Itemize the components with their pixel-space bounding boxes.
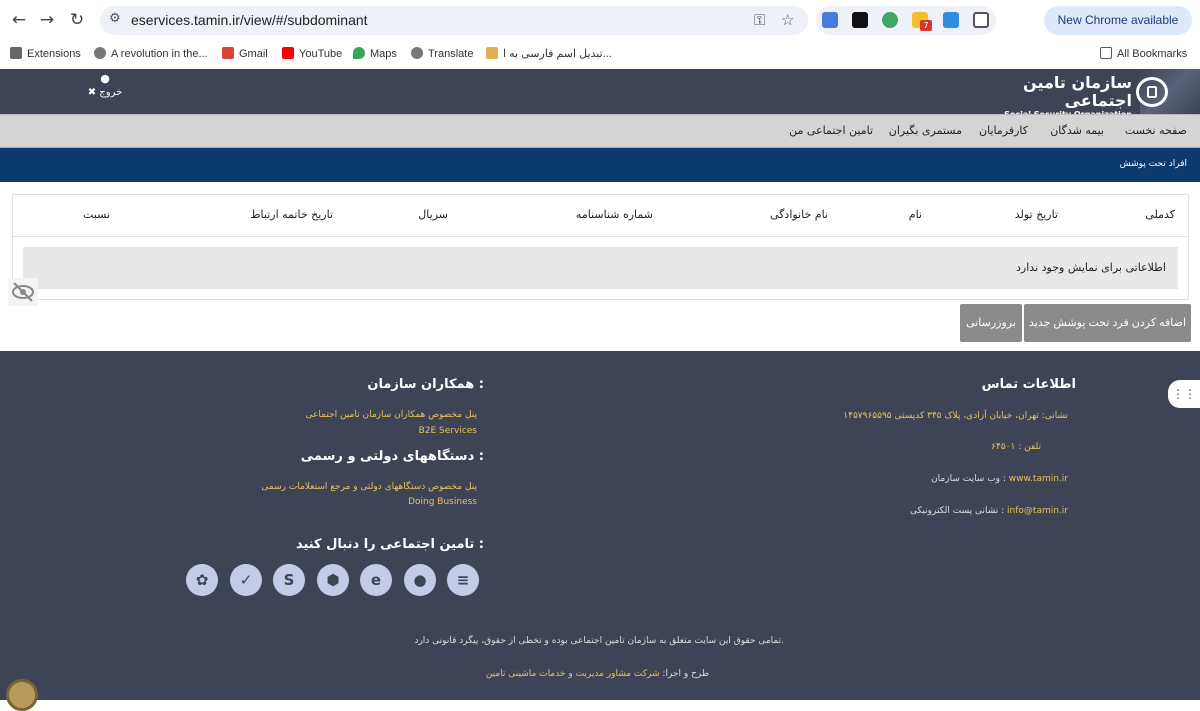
- follow-title: تامین اجتماعی را دنبال کنید :: [295, 537, 484, 552]
- partners-link[interactable]: پنل مخصوص همکاران سازمان تامین اجتماعی: [306, 410, 477, 420]
- youtube-icon: [282, 47, 294, 59]
- green-ext-icon[interactable]: [882, 12, 898, 28]
- forward-icon[interactable]: →: [36, 9, 58, 31]
- reload-icon[interactable]: ↻: [66, 9, 88, 31]
- dependents-table: کدملی تاریخ تولد نام نام خانوادگی شماره …: [12, 194, 1189, 300]
- user-icon: ●: [100, 72, 110, 85]
- gov-title: دستگاههای دولتی و رسمی :: [300, 449, 484, 464]
- new-chrome-button[interactable]: New Chrome available: [1044, 6, 1192, 35]
- header-last-name: نام خانوادگی: [770, 208, 828, 221]
- menu-insured[interactable]: بیمه شدگان: [1050, 124, 1104, 137]
- header-national-id: کدملی: [1145, 208, 1175, 221]
- key-icon[interactable]: ⚿: [754, 11, 765, 29]
- site-footer: اطلاعات تماس نشانی: تهران، خیابان آزادی،…: [0, 351, 1200, 700]
- url-text[interactable]: eservices.tamin.ir/view/#/subdominant: [131, 12, 368, 28]
- header-serial: سریال: [418, 208, 448, 221]
- folder-icon: [1100, 47, 1112, 59]
- header-relation: نسبت: [83, 208, 110, 221]
- refresh-button[interactable]: بروزرسانی: [960, 304, 1022, 342]
- rubika-icon[interactable]: ⬢: [317, 564, 349, 596]
- design-credit: طرح و اجرا: شرکت مشاور مدیریت و خدمات ما…: [485, 669, 709, 679]
- browser-toolbar: ← → ↻ ⚙ eservices.tamin.ir/view/#/subdom…: [0, 0, 1200, 40]
- address-bar[interactable]: ⚙ eservices.tamin.ir/view/#/subdominant …: [100, 6, 808, 35]
- section-title: افراد تحت پوشش: [1119, 159, 1187, 169]
- main-menu: صفحه نخست بیمه شدگان کارفرمایان مستمری ب…: [0, 114, 1200, 148]
- empty-message: اطلاعاتی برای نمایش وجود ندارد: [1016, 261, 1166, 274]
- note-icon: [486, 47, 498, 59]
- menu-divider: [1005, 10, 1009, 30]
- header-birth-date: تاریخ تولد: [1014, 208, 1058, 221]
- section-bar: افراد تحت پوشش: [0, 148, 1200, 182]
- bookmark-maps[interactable]: Maps: [353, 47, 397, 60]
- contact-website[interactable]: وب سایت سازمان : www.tamin.ir: [931, 474, 1068, 484]
- partners-en-link[interactable]: B2E Services: [419, 426, 477, 436]
- add-dependent-button[interactable]: اضافه کردن فرد تحت پوشش جدید: [1024, 304, 1191, 342]
- eye-slash-icon[interactable]: [8, 278, 38, 306]
- bookmark-youtube[interactable]: YouTube: [282, 47, 342, 60]
- menu-my-tamin[interactable]: تامین اجتماعی من: [789, 124, 873, 137]
- partners-title: همکاران سازمان :: [367, 377, 484, 392]
- header-end-date: تاریخ خاتمه ارتباط: [250, 208, 333, 221]
- menu-pensioners[interactable]: مستمری بگیران: [889, 124, 962, 137]
- contact-phone: تلفن : ۶۴۵۰۱: [991, 442, 1041, 452]
- contact-title: اطلاعات تماس: [981, 377, 1076, 392]
- chatgpt-ext-icon[interactable]: [852, 12, 868, 28]
- copyright-text: تمامی حقوق این سایت متعلق به سازمان تامی…: [414, 636, 784, 646]
- bookmark-persian[interactable]: تبدیل اسم فارسی به ا...: [486, 47, 612, 60]
- contact-address: نشانی: تهران، خیابان آزادی، پلاک ۳۴۵ کدپ…: [843, 411, 1068, 421]
- header-divider: [13, 236, 1188, 237]
- site-logo[interactable]: سازمان تامین اجتماعی Social Security Org…: [1002, 74, 1132, 120]
- bookmark-all[interactable]: All Bookmarks: [1100, 47, 1187, 60]
- badge-icon[interactable]: [6, 679, 38, 711]
- back-icon[interactable]: ←: [8, 9, 30, 31]
- maps-icon: [353, 47, 365, 59]
- logout-label: ✖ خروج: [87, 87, 123, 98]
- logo-icon: [1136, 77, 1168, 107]
- bookmarks-bar: Extensions A revolution in the... Gmail …: [0, 40, 1200, 69]
- bookmark-gmail[interactable]: Gmail: [222, 47, 268, 60]
- bookmark-revolution[interactable]: A revolution in the...: [94, 47, 208, 60]
- extensions-area: 7: [816, 6, 996, 35]
- menu-home[interactable]: صفحه نخست: [1125, 124, 1187, 137]
- ext-badge: 7: [920, 20, 932, 31]
- puzzle-icon[interactable]: [973, 12, 989, 28]
- contact-email[interactable]: نشانی پست الکترونیکی : info@tamin.ir: [910, 506, 1068, 516]
- header-id-number: شماره شناسنامه: [575, 208, 653, 221]
- star-icon[interactable]: ☆: [781, 11, 794, 29]
- globe-icon: [411, 47, 423, 59]
- bookmark-translate[interactable]: Translate: [411, 47, 473, 60]
- gov-link[interactable]: پنل مخصوص دستگاههای دولتی و مرجع استعلام…: [261, 482, 477, 492]
- gov-en-link[interactable]: Doing Business: [408, 497, 477, 507]
- empty-row: اطلاعاتی برای نمایش وجود ندارد: [23, 247, 1178, 289]
- menu-employers[interactable]: کارفرمایان: [979, 124, 1028, 137]
- translate-ext-icon[interactable]: [822, 12, 838, 28]
- site-info-icon[interactable]: ⚙: [109, 11, 121, 26]
- blue-ext-icon[interactable]: [943, 12, 959, 28]
- site-header: ● ✖ خروج سازمان تامین اجتماعی Social Sec…: [0, 69, 1200, 120]
- logout-button[interactable]: ● ✖ خروج: [70, 72, 140, 98]
- globe-icon: [94, 47, 106, 59]
- eitaa-icon[interactable]: e: [360, 564, 392, 596]
- bale-icon[interactable]: ✓: [230, 564, 262, 596]
- aparat-icon[interactable]: ✿: [186, 564, 218, 596]
- drag-handle-icon[interactable]: ⋮⋮: [1168, 380, 1200, 408]
- igap-icon[interactable]: ≡: [447, 564, 479, 596]
- bookmark-extensions[interactable]: Extensions: [10, 47, 81, 60]
- gmail-icon: [222, 47, 234, 59]
- gap-icon[interactable]: ●: [404, 564, 436, 596]
- puzzle-icon: [10, 47, 22, 59]
- header-first-name: نام: [908, 208, 922, 221]
- soroush-icon[interactable]: S: [273, 564, 305, 596]
